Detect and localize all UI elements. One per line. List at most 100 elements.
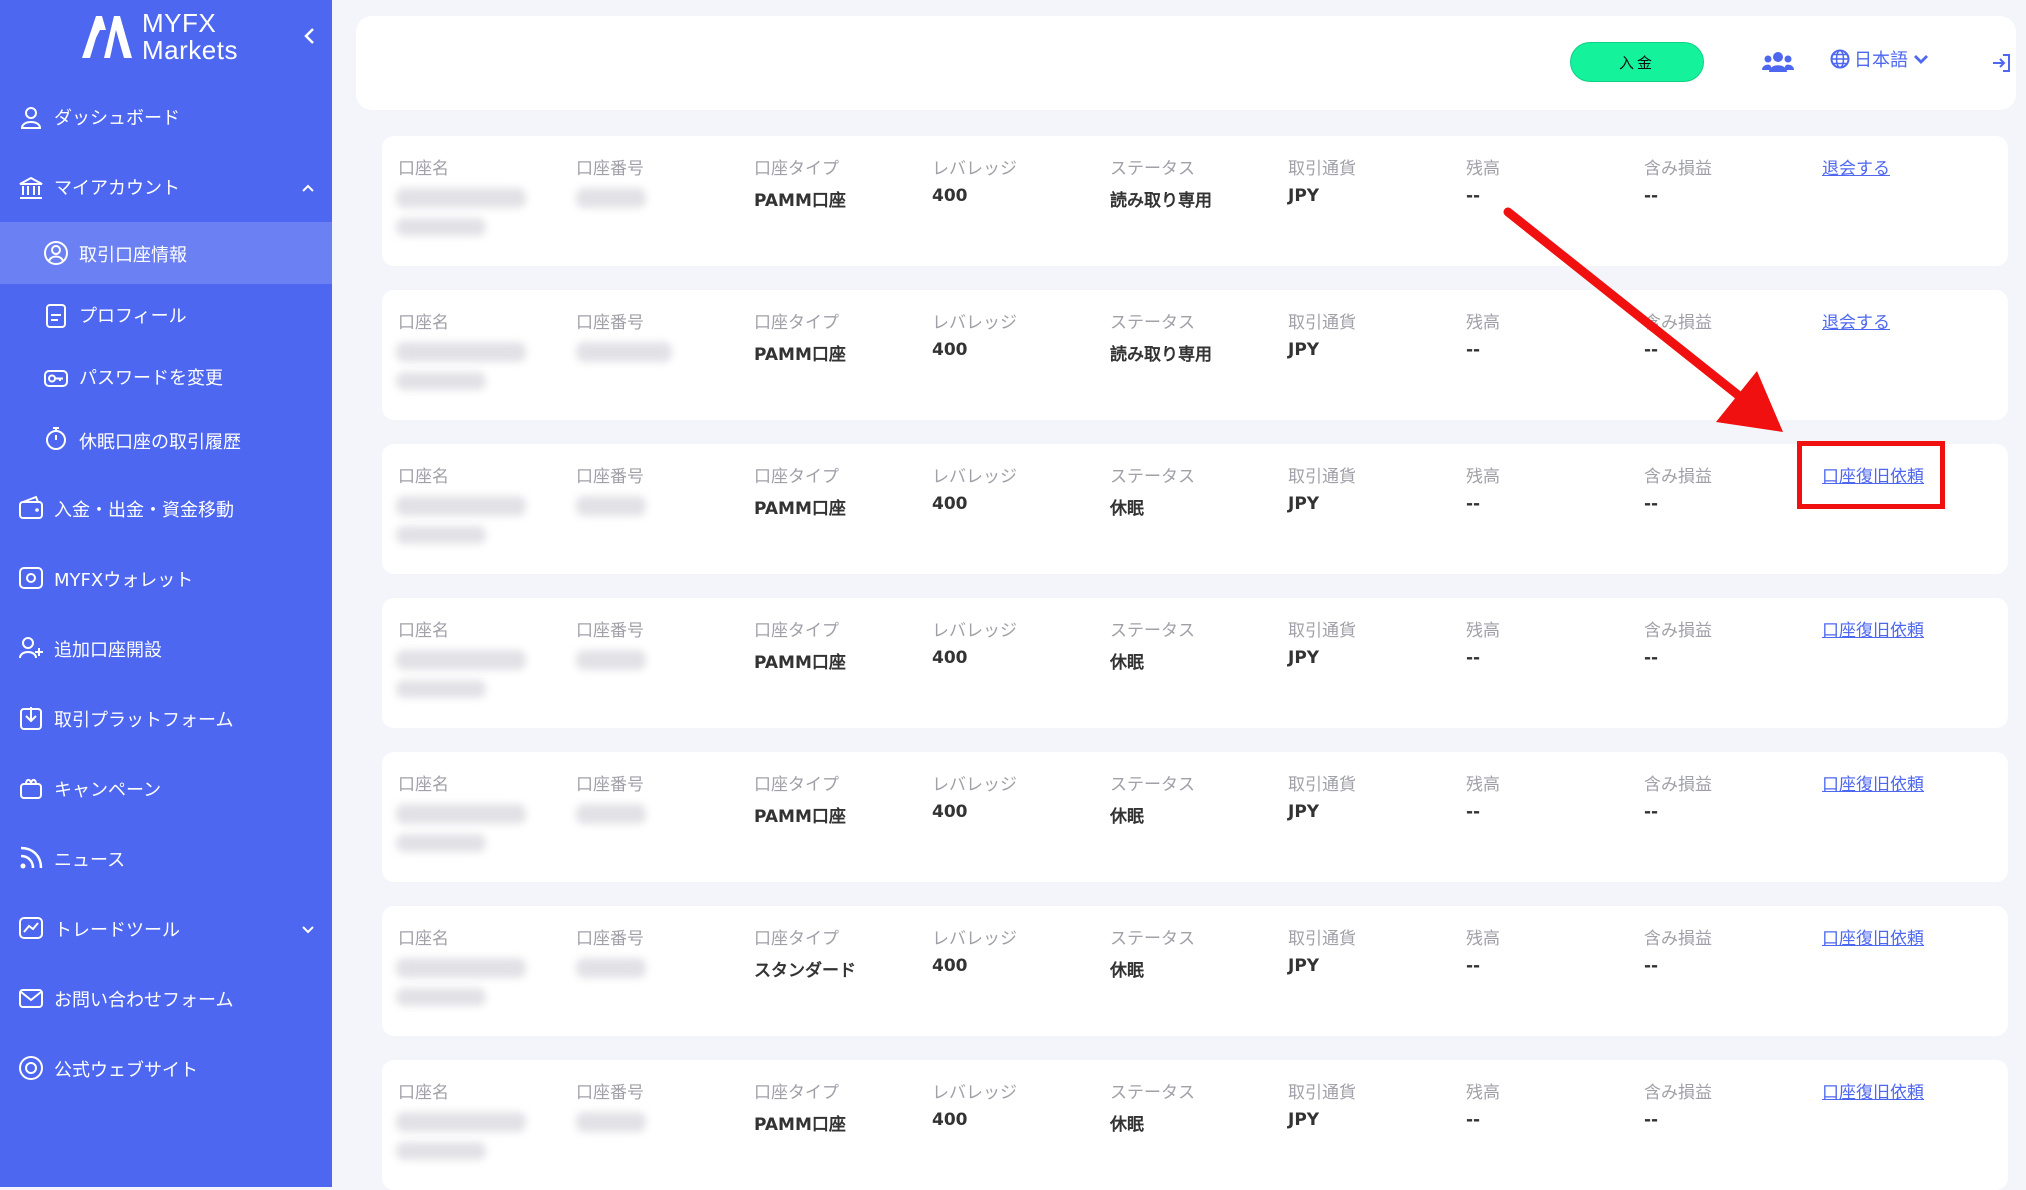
account-type: PAMM口座 xyxy=(754,191,846,211)
sidebar-item-funds[interactable]: 入金・出金・資金移動 xyxy=(0,484,332,532)
column-header-balance: 残高 xyxy=(1466,621,1500,641)
column-header-type: 口座タイプ xyxy=(754,1083,839,1103)
restore-account-link[interactable]: 口座復旧依頼 xyxy=(1822,770,1924,795)
column-header-type: 口座タイプ xyxy=(754,621,839,641)
account-status: 読み取り専用 xyxy=(1110,345,1212,365)
withdraw-link[interactable]: 退会する xyxy=(1822,154,1890,179)
redacted-account-name-line2 xyxy=(396,372,486,390)
sidebar-item-change-password[interactable]: パスワードを変更 xyxy=(0,354,332,402)
download-icon xyxy=(20,707,42,730)
account-type: PAMM口座 xyxy=(754,1115,846,1135)
column-header-name: 口座名 xyxy=(398,929,449,949)
account-currency: JPY xyxy=(1288,186,1320,206)
redacted-account-name xyxy=(396,188,526,208)
account-card: 口座名 口座番号 口座タイプ PAMM口座 レバレッジ 400 ステータス 読み取り専用 取引通… xyxy=(382,290,2008,420)
brand-logo[interactable]: MYFX Markets xyxy=(78,8,238,66)
column-header-currency: 取引通貨 xyxy=(1288,775,1356,795)
account-leverage: 400 xyxy=(932,956,968,976)
sidebar-item-contact[interactable]: お問い合わせフォーム xyxy=(0,974,332,1022)
account-currency: JPY xyxy=(1288,340,1320,360)
account-balance: -- xyxy=(1466,340,1481,360)
sidebar-item-news[interactable]: ニュース xyxy=(0,834,332,882)
column-header-type: 口座タイプ xyxy=(754,929,839,949)
user-circle-icon xyxy=(44,241,68,265)
redacted-account-number xyxy=(576,804,646,824)
account-card: 口座名 口座番号 口座タイプ PAMM口座 レバレッジ 400 ステータス 休眠 取引通貨 JPY… xyxy=(382,598,2008,728)
sidebar-item-my-account[interactable]: マイアカウント xyxy=(0,164,332,212)
sidebar-item-platforms[interactable]: 取引プラットフォーム xyxy=(0,694,332,742)
highlight-box xyxy=(1797,441,1945,509)
sidebar-item-open-account[interactable]: 追加口座開設 xyxy=(0,624,332,672)
restore-account-link[interactable]: 口座復旧依頼 xyxy=(1822,616,1924,641)
account-balance: -- xyxy=(1466,648,1481,668)
account-balance: -- xyxy=(1466,186,1481,206)
account-status: 休眠 xyxy=(1110,499,1144,519)
column-header-balance: 残高 xyxy=(1466,929,1500,949)
sidebar-item-profile[interactable]: プロフィール xyxy=(0,292,332,340)
column-header-name: 口座名 xyxy=(398,1083,449,1103)
myfx-logo-icon xyxy=(82,16,132,58)
chevron-down-icon xyxy=(302,926,314,934)
brand-name: MYFX Markets xyxy=(142,10,238,64)
sidebar-item-myfx-wallet[interactable]: MYFXウォレット xyxy=(0,554,332,602)
chevron-down-icon xyxy=(1914,55,1928,64)
sidebar-item-label: ダッシュボード xyxy=(54,108,180,129)
sidebar-item-trade-tools[interactable]: トレードツール xyxy=(0,904,332,952)
redacted-account-name-line2 xyxy=(396,680,486,698)
column-header-type: 口座タイプ xyxy=(754,775,839,795)
column-header-type: 口座タイプ xyxy=(754,313,839,333)
restore-account-link[interactable]: 口座復旧依頼 xyxy=(1822,1078,1924,1103)
restore-account-link[interactable]: 口座復旧依頼 xyxy=(1822,924,1924,949)
column-header-number: 口座番号 xyxy=(576,1083,644,1103)
account-card: 口座名 口座番号 口座タイプ PAMM口座 レバレッジ 400 ステータス 休眠 取引通貨 JPY… xyxy=(382,1060,2008,1190)
redacted-account-name xyxy=(396,650,526,670)
column-header-name: 口座名 xyxy=(398,159,449,179)
redacted-account-number xyxy=(576,342,672,362)
sidebar-item-label: 入金・出金・資金移動 xyxy=(54,500,234,521)
deposit-button[interactable]: 入金 xyxy=(1570,42,1704,82)
column-header-status: ステータス xyxy=(1110,467,1195,487)
column-header-number: 口座番号 xyxy=(576,775,644,795)
language-selector[interactable]: 日本語 xyxy=(1830,46,1930,72)
column-header-currency: 取引通貨 xyxy=(1288,929,1356,949)
account-currency: JPY xyxy=(1288,956,1320,976)
sidebar-item-campaign[interactable]: キャンペーン xyxy=(0,764,332,812)
chart-icon xyxy=(19,917,43,939)
globe-icon xyxy=(1830,49,1850,69)
redacted-account-name-line2 xyxy=(396,526,486,544)
sidebar-item-label: パスワードを変更 xyxy=(79,368,223,389)
account-pnl: -- xyxy=(1644,802,1659,822)
column-header-number: 口座番号 xyxy=(576,159,644,179)
chevron-up-icon xyxy=(302,184,314,192)
sidebar-item-official-site[interactable]: 公式ウェブサイト xyxy=(0,1044,332,1092)
sidebar-item-label: マイアカウント xyxy=(54,178,180,199)
account-leverage: 400 xyxy=(932,494,968,514)
chevron-left-icon[interactable] xyxy=(300,24,320,48)
account-status: 休眠 xyxy=(1110,1115,1144,1135)
account-leverage: 400 xyxy=(932,648,968,668)
account-pnl: -- xyxy=(1644,956,1659,976)
column-header-status: ステータス xyxy=(1110,621,1195,641)
column-header-type: 口座タイプ xyxy=(754,159,839,179)
redacted-account-number xyxy=(576,958,646,978)
column-header-leverage: レバレッジ xyxy=(932,159,1017,179)
column-header-balance: 残高 xyxy=(1466,775,1500,795)
column-header-pnl: 含み損益 xyxy=(1644,159,1712,179)
sidebar-item-trading-account-info[interactable]: 取引口座情報 xyxy=(0,222,332,284)
sidebar-item-dashboard[interactable]: ダッシュボード xyxy=(0,94,332,142)
redacted-account-name xyxy=(396,496,526,516)
mail-icon xyxy=(19,989,43,1008)
document-icon xyxy=(46,304,66,328)
account-balance: -- xyxy=(1466,494,1481,514)
column-header-currency: 取引通貨 xyxy=(1288,313,1356,333)
account-card: 口座名 口座番号 口座タイプ PAMM口座 レバレッジ 400 ステータス 休眠 取引通貨 JPY… xyxy=(382,752,2008,882)
account-pnl: -- xyxy=(1644,340,1659,360)
withdraw-link[interactable]: 退会する xyxy=(1822,308,1890,333)
column-header-status: ステータス xyxy=(1110,929,1195,949)
logout-icon[interactable] xyxy=(1990,52,2012,74)
users-icon[interactable] xyxy=(1762,50,1794,74)
account-status: 休眠 xyxy=(1110,807,1144,827)
sidebar-item-dormant-history[interactable]: 休眠口座の取引履歴 xyxy=(0,416,332,464)
column-header-name: 口座名 xyxy=(398,313,449,333)
account-leverage: 400 xyxy=(932,802,968,822)
